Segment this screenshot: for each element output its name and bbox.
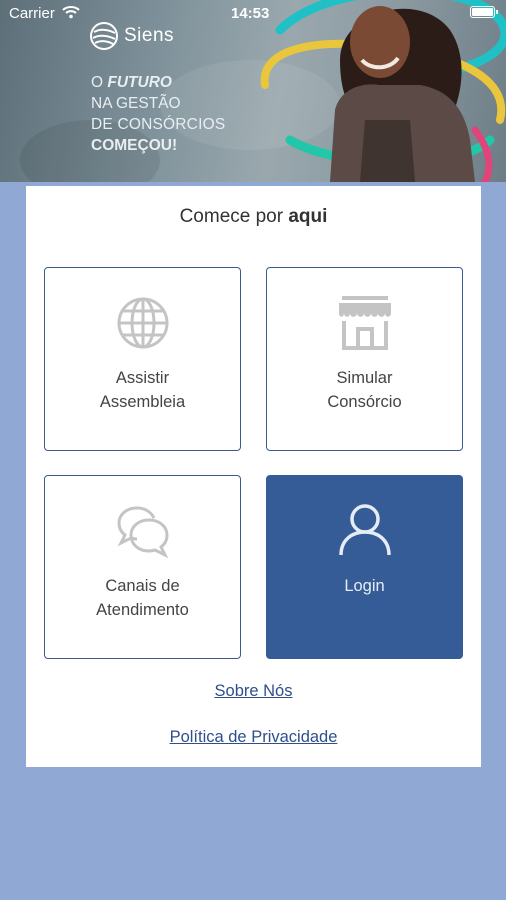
tile-label-line-1: Assistir — [115, 369, 170, 387]
tile-label-line-2: Consórcio — [327, 393, 402, 411]
clock: 14:53 — [231, 5, 270, 22]
tagline-emphasis: FUTURO — [107, 74, 172, 91]
carrier-label: Carrier — [9, 5, 55, 22]
watch-assembly-tile[interactable]: Assistir Assembleia — [44, 267, 241, 451]
tile-label: Canais de Atendimento — [45, 574, 240, 622]
brand-name: Siens — [124, 25, 175, 46]
card-heading: Comece por aqui — [26, 206, 481, 228]
heading-prefix: Comece por — [179, 206, 289, 227]
banner-tagline: O FUTURO NA GESTÃO DE CONSÓRCIOS COMEÇOU… — [91, 72, 225, 156]
about-us-link[interactable]: Sobre Nós — [26, 682, 481, 701]
chat-bubbles-icon — [116, 506, 169, 558]
tile-label-line-2: Assembleia — [99, 393, 186, 411]
tile-label-line-1: Simular — [336, 369, 393, 387]
tagline-line-2: NA GESTÃO — [91, 95, 181, 112]
tile-label-line-1: Canais de — [105, 577, 180, 595]
login-tile[interactable]: Login — [266, 475, 463, 659]
globe-icon — [117, 297, 168, 349]
battery-icon — [470, 6, 498, 18]
tagline-line-3: DE CONSÓRCIOS — [91, 116, 226, 133]
wifi-icon — [62, 6, 80, 19]
tile-label-line-2: Atendimento — [96, 601, 189, 619]
heading-bold: aqui — [288, 206, 328, 227]
status-bar: Carrier 14:53 — [0, 0, 506, 28]
user-icon — [338, 504, 391, 556]
tagline-prefix: O — [91, 74, 108, 91]
tile-label: Simular Consórcio — [267, 366, 462, 414]
privacy-policy-link[interactable]: Política de Privacidade — [26, 728, 481, 747]
tagline-line-4: COMEÇOU! — [91, 137, 178, 154]
tile-label: Login — [344, 577, 385, 595]
start-card: Comece por aqui Assistir Assembleia Simu… — [26, 186, 481, 767]
storefront-icon — [338, 296, 391, 350]
service-channels-tile[interactable]: Canais de Atendimento — [44, 475, 241, 659]
simulate-consortium-tile[interactable]: Simular Consórcio — [266, 267, 463, 451]
tile-label: Assistir Assembleia — [45, 366, 240, 414]
